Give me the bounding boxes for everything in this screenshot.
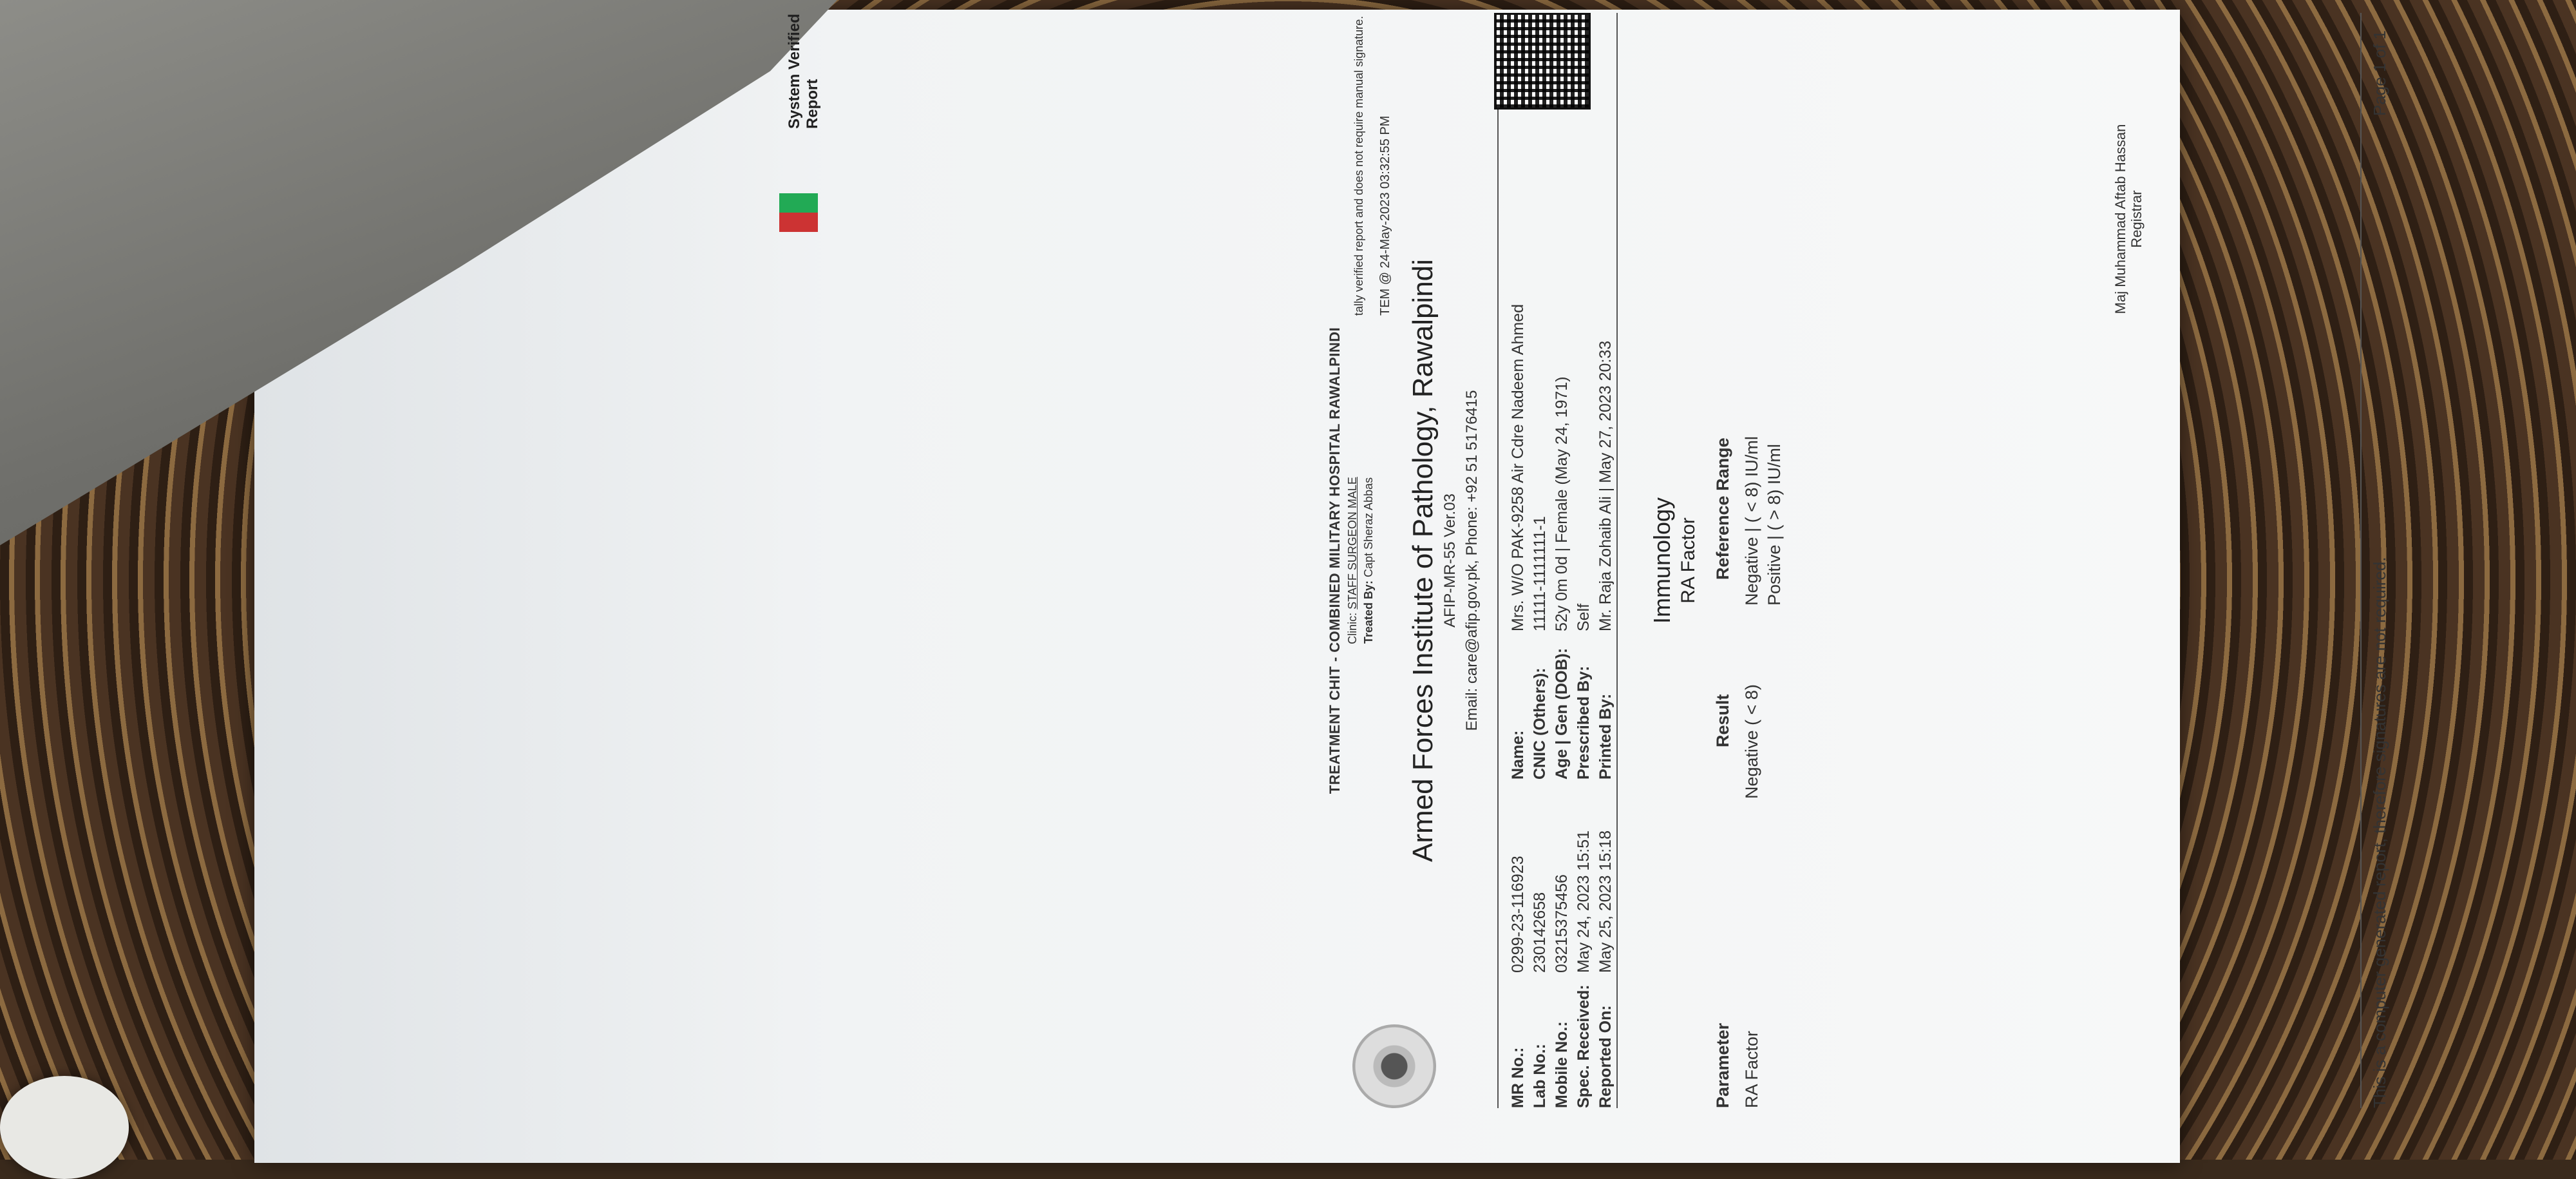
reference-cell: Negative | ( < 8) IU/ml: [1742, 436, 1761, 606]
verified-time: TEM @ 24-May-2023 03:32:55 PM: [1378, 115, 1392, 316]
verified-logo: [779, 193, 818, 232]
verified-note: tally verified report and does not requi…: [1352, 15, 1365, 316]
verified-label: System Verified Report: [786, 14, 821, 129]
footer-note: This is a computer generated report, the…: [2370, 557, 2389, 1108]
result-cell: Negative ( < 8): [1742, 684, 1761, 799]
page-number: Page 1 of 1: [2370, 30, 2389, 116]
round-object: [0, 1076, 129, 1179]
parameter-cell: RA Factor: [1742, 1030, 1761, 1108]
signatory-role: Registrar: [2128, 190, 2145, 248]
verification-block: System Verified Report tally verified re…: [638, 0, 1732, 1121]
signatory-name: Maj Muhammad Aftab Hassan: [2112, 124, 2128, 314]
divider-footer: [2360, 13, 2362, 1108]
reference-cell: Positive | ( > 8) IU/ml: [1765, 444, 1784, 606]
